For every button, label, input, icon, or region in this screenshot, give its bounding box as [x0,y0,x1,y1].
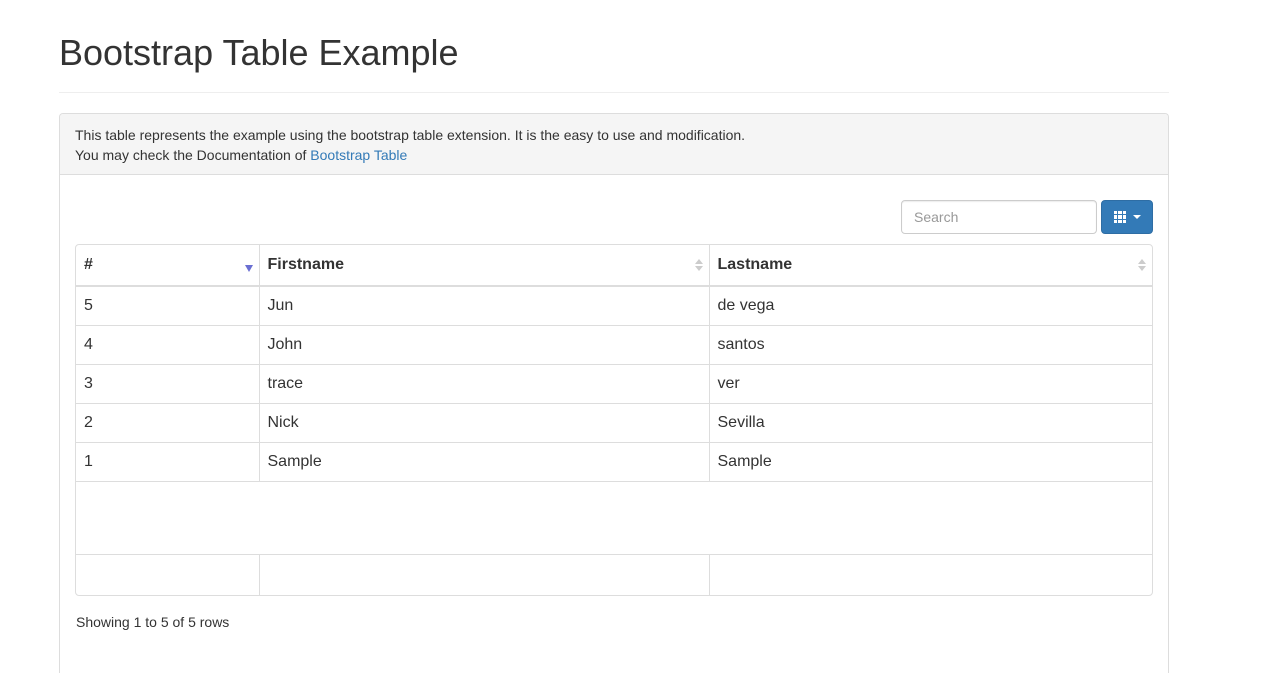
cell-number: 1 [76,441,259,481]
table-row[interactable]: 4 John santos [76,324,1152,364]
panel-heading: This table represents the example using … [60,114,1168,175]
cell-firstname: Nick [258,402,709,442]
column-header-number[interactable]: # [76,245,259,287]
cell-lastname: Sevilla [708,402,1152,442]
cell-number: 2 [76,402,259,442]
cell-number: 5 [84,296,93,314]
doc-prefix: You may check the Documentation of [75,147,311,163]
table-row[interactable]: 5 Jun de vega [76,286,1152,325]
pagination-info: Showing 1 to 5 of 5 rows [76,614,230,630]
footer-cell [258,553,709,595]
table-container: # Firstname Lastname 5 Jun de vega 4 Joh… [75,244,1153,596]
cell-number: 3 [76,363,259,403]
cell-firstname: trace [258,363,709,403]
table-row[interactable]: 3 trace ver [76,363,1152,403]
cell-number: 4 [76,324,259,364]
table-header-row: # Firstname Lastname [76,245,1152,287]
cell-firstname: John [258,324,709,364]
footer-cell [708,553,1152,595]
page-header: Bootstrap Table Example [59,0,1169,93]
page-title: Bootstrap Table Example [59,32,459,73]
caret-down-icon [1132,215,1141,219]
panel-doc-line: You may check the Documentation of Boots… [75,145,1153,165]
panel: This table represents the example using … [59,113,1169,673]
table-row[interactable]: 2 Nick Sevilla [76,402,1152,442]
sort-both-icon [1138,258,1146,272]
panel-description: This table represents the example using … [75,127,746,143]
column-header-label: # [84,256,93,273]
data-table: # Firstname Lastname 5 Jun de vega 4 Joh… [76,245,1152,595]
bootstrap-table-link[interactable]: Bootstrap Table [310,147,407,163]
column-header-label: Firstname [267,256,344,273]
column-header-label: Lastname [717,256,793,273]
sort-descending-icon [244,265,253,272]
columns-toggle-button[interactable] [1101,200,1153,234]
cell-firstname: Jun [258,286,709,325]
cell-lastname: ver [708,363,1152,403]
table-empty-space [76,480,1152,554]
search-input[interactable] [901,200,1097,234]
cell-firstname: Sample [258,441,709,481]
footer-cell [76,553,259,595]
column-header-lastname[interactable]: Lastname [708,245,1152,287]
cell-lastname: Sample [708,441,1152,481]
table-row[interactable]: 1 Sample Sample [76,441,1152,481]
sort-both-icon [694,258,703,272]
table-footer-row [76,553,1152,595]
empty-area [76,480,1152,554]
cell-lastname: de vega [708,286,1152,325]
grid-icon [1113,210,1127,224]
cell-lastname: santos [708,324,1152,364]
column-header-firstname[interactable]: Firstname [258,245,709,287]
